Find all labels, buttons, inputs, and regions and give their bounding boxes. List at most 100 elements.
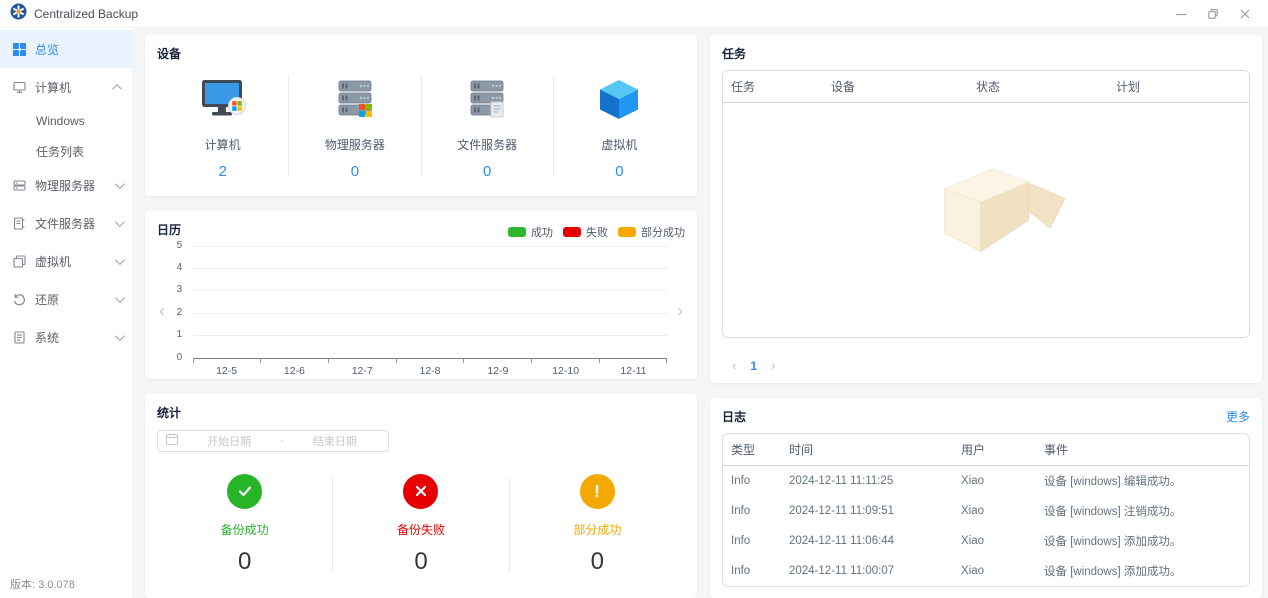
legend-success-swatch [508,226,526,237]
sidebar-item-computers[interactable]: 计算机 [0,68,132,106]
close-button[interactable] [1240,9,1250,19]
more-link[interactable]: 更多 [1226,408,1250,425]
page-number[interactable]: 1 [750,359,757,373]
y-axis-tick: 2 [176,306,183,318]
app-logo-icon [10,3,27,25]
chart-next-button[interactable]: › [675,302,685,319]
sidebar-item-file-servers[interactable]: 文件服务器 [0,204,132,242]
device-stat-count[interactable]: 2 [157,163,288,180]
stat-backup-success: 备份成功 0 [157,473,332,576]
calendar-card-title: 日历 [157,222,182,237]
sidebar-item-task-list[interactable]: 任务列表 [0,136,132,166]
logs-table: 类型 时间 用户 事件 Info 2024-12-11 11:11:25 Xia… [722,433,1250,587]
calendar-icon [166,432,178,450]
prev-page-button[interactable]: ‹ [732,358,736,373]
statistics-row: 备份成功 0 备份失败 0 部分成功 0 [157,473,685,576]
sidebar-item-label: 计算机 [35,80,72,95]
chevron-down-icon [114,216,125,227]
chart-prev-button[interactable]: ‹ [157,302,167,319]
device-stat-count[interactable]: 0 [289,163,420,180]
sidebar-item-label: 文件服务器 [35,216,96,231]
legend-fail-swatch [563,226,581,237]
restore-button[interactable] [1208,8,1218,19]
check-circle-icon [227,473,263,509]
column-header: 计划 [1116,80,1141,94]
chart-plot: 5 4 3 2 1 0 [177,240,668,363]
device-stat-computers[interactable]: 计算机 2 [157,72,288,180]
date-range-picker[interactable]: 开始日期 - 结束日期 [157,429,389,452]
log-event: 设备 [windows] 添加成功。 [1044,536,1182,548]
app-title: Centralized Backup [34,6,139,21]
x-axis-label: 12-8 [419,364,441,377]
chevron-down-icon [114,178,125,189]
sidebar-item-label: 系统 [35,330,60,345]
log-user: Xiao [961,535,985,547]
empty-box-illustration [943,168,1066,252]
sidebar-subitem-label: Windows [36,114,85,128]
device-stat-count[interactable]: 0 [554,163,685,180]
device-stat-file-servers[interactable]: 文件服务器 0 [422,72,553,180]
legend-partial: 部分成功 [618,224,685,240]
log-row[interactable]: Info 2024-12-11 11:09:51 Xiao 设备 [window… [723,496,1249,526]
column-header: 任务 [731,80,756,94]
calendar-card: 日历 成功 失败 部分成功 ‹ 5 4 3 2 1 0 12-5 12-6 12… [145,210,697,379]
y-axis-tick: 3 [176,284,183,296]
sidebar-item-overview[interactable]: 总览 [0,30,132,68]
x-axis-label: 12-6 [283,364,305,377]
x-axis-labels: 12-5 12-6 12-7 12-8 12-9 12-10 12-11 [193,365,668,377]
sidebar-item-windows[interactable]: Windows [0,106,132,136]
x-axis-label: 12-9 [487,364,509,377]
log-time: 2024-12-11 11:00:07 [789,565,895,577]
version-label: 版本: 3.0.078 [10,579,75,591]
overview-grid-icon [12,42,26,56]
sidebar-item-virtual-machines[interactable]: 虚拟机 [0,242,132,280]
start-date-placeholder[interactable]: 开始日期 [184,433,274,449]
stat-value: 0 [590,547,604,575]
x-axis-ticks [192,357,668,363]
stat-partial-success: 部分成功 0 [510,473,685,576]
system-icon [12,330,26,344]
sidebar-item-physical-servers[interactable]: 物理服务器 [0,166,132,204]
devices-card: 设备 计算机 2 物理服务器 0 文件服务器 0 虚拟机 0 [145,35,697,196]
calendar-chart: 5 4 3 2 1 0 12-5 12-6 12-7 12-8 12-9 12-… [171,240,670,377]
log-row[interactable]: Info 2024-12-11 11:06:44 Xiao 设备 [window… [723,526,1249,556]
device-stat-physical-servers[interactable]: 物理服务器 0 [289,72,420,180]
brand: Centralized Backup [10,3,138,25]
gridline: 3 [177,284,668,295]
pagination: ‹ 1 › [722,358,1250,373]
x-axis-label: 12-7 [351,364,373,377]
titlebar: Centralized Backup [0,0,1268,28]
legend-label: 失败 [586,226,608,239]
device-stats-row: 计算机 2 物理服务器 0 文件服务器 0 虚拟机 0 [157,72,685,180]
file-server-stack-icon [422,72,553,128]
log-time: 2024-12-11 11:09:51 [789,505,895,517]
sidebar-item-system[interactable]: 系统 [0,318,132,356]
next-page-button[interactable]: › [771,358,775,373]
log-row[interactable]: Info 2024-12-11 11:11:25 Xiao 设备 [window… [723,466,1249,496]
legend-success: 成功 [508,224,553,240]
log-event: 设备 [windows] 注销成功。 [1044,506,1182,518]
tasks-card-title: 任务 [722,47,747,61]
log-user: Xiao [961,475,985,487]
tasks-table: 任务 设备 状态 计划 [722,70,1250,338]
sidebar-subitem-label: 任务列表 [36,144,85,159]
device-stat-virtual-machines[interactable]: 虚拟机 0 [554,72,685,180]
shell: 总览 计算机 Windows 任务列表 物理服务器 文件服务器 虚拟机 还原 系… [0,28,1268,598]
y-axis-tick: 0 [176,351,183,363]
device-stat-label: 文件服务器 [457,138,518,152]
sidebar-item-label: 物理服务器 [35,178,96,193]
column-header: 事件 [1044,443,1069,457]
device-stat-label: 虚拟机 [601,138,638,152]
log-row[interactable]: Info 2024-12-11 11:00:07 Xiao 设备 [window… [723,556,1249,586]
logs-card: 日志 更多 类型 时间 用户 事件 Info 2024-12-11 11:11:… [710,398,1262,598]
computer-icon [12,80,26,94]
logs-card-title: 日志 [722,410,747,424]
date-separator: - [280,434,284,447]
end-date-placeholder[interactable]: 结束日期 [290,433,380,449]
sidebar-item-restore[interactable]: 还原 [0,280,132,318]
minimize-button[interactable] [1176,9,1186,19]
log-event: 设备 [windows] 编辑成功。 [1044,476,1182,488]
sidebar-item-label: 还原 [35,292,60,307]
device-stat-count[interactable]: 0 [422,163,553,180]
empty-state [723,103,1249,303]
